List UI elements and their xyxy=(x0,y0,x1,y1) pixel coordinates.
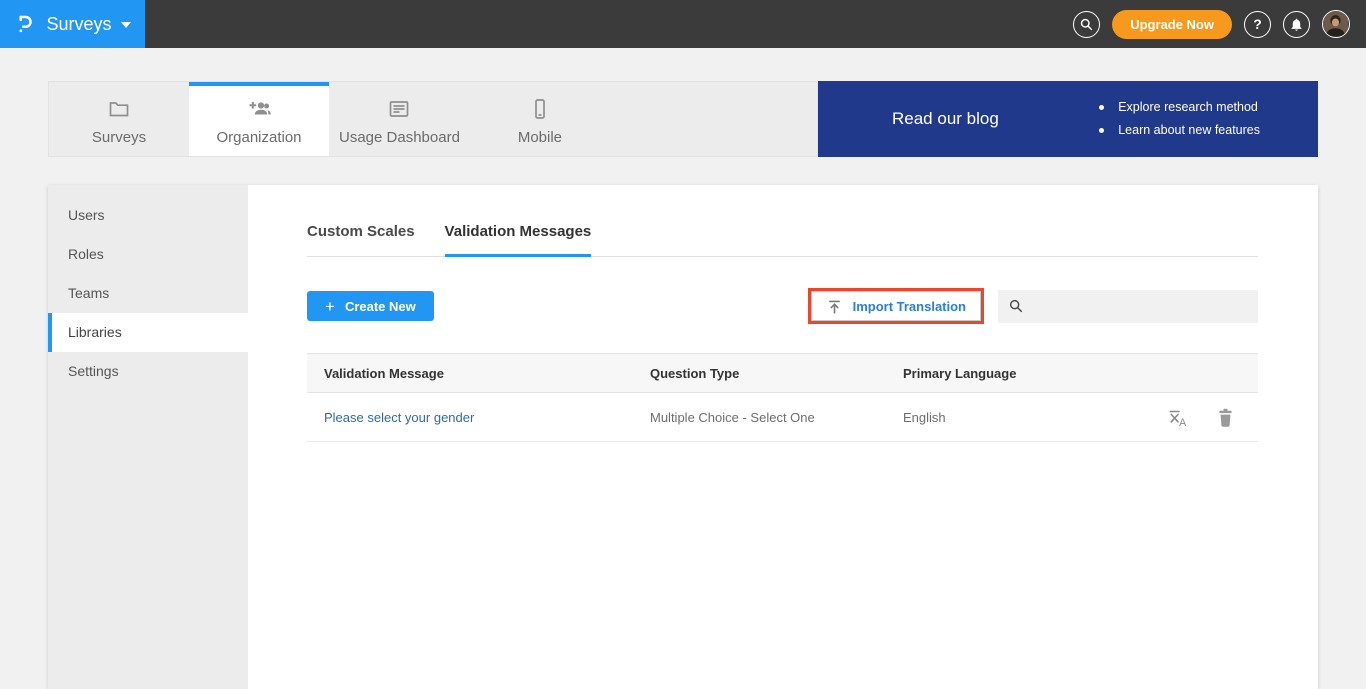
search-box[interactable] xyxy=(998,290,1258,323)
table-header-row: Validation Message Question Type Primary… xyxy=(307,353,1258,393)
toolbar: + Create New Import Translation xyxy=(307,288,1258,324)
topbar-actions: Upgrade Now ? xyxy=(1073,10,1366,39)
nav-tab-surveys[interactable]: Surveys xyxy=(49,82,189,156)
nav-tab-usage-dashboard[interactable]: Usage Dashboard xyxy=(329,82,470,156)
help-button[interactable]: ? xyxy=(1244,11,1271,38)
help-icon: ? xyxy=(1253,16,1262,32)
folder-icon xyxy=(106,97,132,121)
group-add-icon xyxy=(245,97,273,121)
nav-tab-label: Surveys xyxy=(92,129,146,146)
upgrade-now-button[interactable]: Upgrade Now xyxy=(1112,10,1232,39)
header-primary-language: Primary Language xyxy=(903,366,1093,381)
validation-messages-table: Validation Message Question Type Primary… xyxy=(307,353,1258,442)
nav-tab-label: Organization xyxy=(216,129,301,146)
dashboard-icon xyxy=(386,97,412,121)
import-translation-button[interactable]: Import Translation xyxy=(811,291,981,321)
mobile-icon xyxy=(528,97,552,121)
blog-title[interactable]: Read our blog xyxy=(892,109,999,129)
highlight-annotation: Import Translation xyxy=(808,288,984,324)
topbar: Surveys Upgrade Now ? xyxy=(0,0,1366,48)
svg-text:A: A xyxy=(1179,416,1187,427)
sidebar-item-settings[interactable]: Settings xyxy=(48,352,248,391)
sidebar-item-users[interactable]: Users xyxy=(48,196,248,235)
bullet-dot xyxy=(1099,105,1104,110)
chevron-down-icon xyxy=(121,22,131,28)
sidebar: Users Roles Teams Libraries Settings xyxy=(48,185,248,689)
blog-bullet-list: Explore research method Learn about new … xyxy=(1099,96,1260,142)
content-area: Custom Scales Validation Messages + Crea… xyxy=(248,185,1318,689)
nav-tab-label: Usage Dashboard xyxy=(339,129,460,146)
delete-icon[interactable] xyxy=(1217,408,1234,427)
avatar[interactable] xyxy=(1322,10,1350,38)
app-menu-label: Surveys xyxy=(46,14,111,35)
sidebar-item-roles[interactable]: Roles xyxy=(48,235,248,274)
tab-validation-messages[interactable]: Validation Messages xyxy=(445,223,592,257)
secondary-nav: Surveys Organization xyxy=(48,81,1318,157)
plus-icon: + xyxy=(325,298,335,315)
nav-tab-label: Mobile xyxy=(518,129,562,146)
create-new-button[interactable]: + Create New xyxy=(307,291,434,321)
nav-tab-organization[interactable]: Organization xyxy=(189,82,329,156)
header-question-type: Question Type xyxy=(650,366,903,381)
blog-banner[interactable]: Read our blog Explore research method Le… xyxy=(818,81,1318,157)
library-tabs: Custom Scales Validation Messages xyxy=(307,223,1258,257)
validation-message-link[interactable]: Please select your gender xyxy=(324,410,474,425)
table-row: Please select your gender Multiple Choic… xyxy=(307,393,1258,442)
blog-bullet: Explore research method xyxy=(1099,96,1260,119)
bell-icon xyxy=(1289,17,1304,32)
main-panel: Users Roles Teams Libraries Settings Cus… xyxy=(48,185,1318,689)
workspace-tabs: Surveys Organization xyxy=(48,81,818,157)
tab-custom-scales[interactable]: Custom Scales xyxy=(307,223,415,257)
search-icon xyxy=(1079,17,1094,32)
search-button[interactable] xyxy=(1073,11,1100,38)
blog-bullet: Learn about new features xyxy=(1099,119,1260,142)
upload-icon xyxy=(826,298,843,315)
search-input[interactable] xyxy=(1032,290,1258,323)
question-type-cell: Multiple Choice - Select One xyxy=(650,410,903,425)
sidebar-item-libraries[interactable]: Libraries xyxy=(48,313,248,352)
sidebar-item-teams[interactable]: Teams xyxy=(48,274,248,313)
header-validation-message: Validation Message xyxy=(307,366,650,381)
nav-tab-mobile[interactable]: Mobile xyxy=(470,82,610,156)
search-icon xyxy=(1008,298,1024,314)
primary-language-cell: English xyxy=(903,410,1093,425)
notifications-button[interactable] xyxy=(1283,11,1310,38)
translate-icon[interactable]: A xyxy=(1167,407,1191,428)
app-menu[interactable]: Surveys xyxy=(0,0,145,48)
bullet-dot xyxy=(1099,128,1104,133)
questionpro-logo-icon xyxy=(14,13,37,36)
